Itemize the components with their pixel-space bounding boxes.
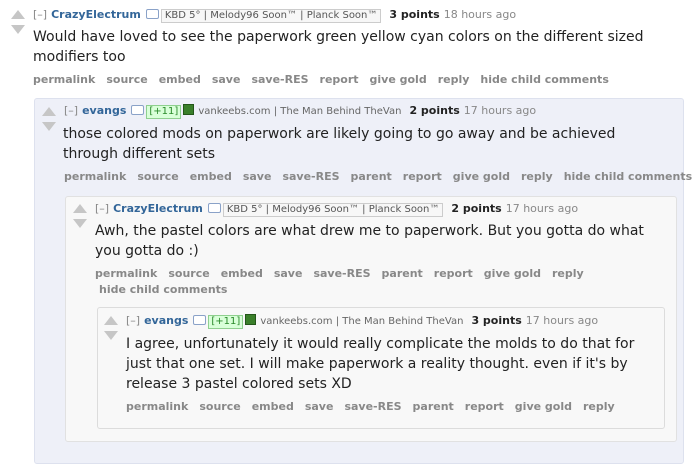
comment-buttons: permalink source embed save save-RES parent re… bbox=[126, 399, 656, 415]
comment-body: Would have loved to see the paperwork gr… bbox=[33, 29, 644, 65]
report-button[interactable]: report bbox=[403, 170, 442, 183]
comment-tagline: [–] evangs [+11] vankeebs.com | The Man Beh… bbox=[64, 104, 536, 119]
downvote-icon[interactable] bbox=[42, 122, 56, 131]
embed-button[interactable]: embed bbox=[252, 400, 294, 413]
user-tag-icon[interactable] bbox=[207, 203, 221, 213]
comment-buttons: permalink source embed save save-RES parent re… bbox=[95, 266, 584, 298]
vote-arrows bbox=[10, 10, 26, 34]
upvote-icon[interactable] bbox=[11, 10, 25, 19]
source-button[interactable]: source bbox=[199, 400, 240, 413]
reply-button[interactable]: reply bbox=[583, 400, 615, 413]
collapse-toggle[interactable]: [–] bbox=[33, 8, 47, 21]
save-button[interactable]: save bbox=[243, 170, 272, 183]
vote-arrows bbox=[41, 107, 57, 131]
parent-button[interactable]: parent bbox=[351, 170, 392, 183]
source-button[interactable]: source bbox=[168, 267, 209, 280]
reply-button[interactable]: reply bbox=[521, 170, 553, 183]
vote-tally-badge: [+11] bbox=[208, 315, 244, 329]
timestamp: 17 hours ago bbox=[505, 202, 579, 215]
give-gold-button[interactable]: give gold bbox=[453, 170, 510, 183]
embed-button[interactable]: embed bbox=[221, 267, 263, 280]
score: 2 points bbox=[409, 104, 460, 117]
comment-body: I agree, unfortunately it would really c… bbox=[126, 336, 635, 392]
save-res-button[interactable]: save-RES bbox=[313, 267, 370, 280]
keyboard-chip-icon bbox=[245, 314, 257, 325]
downvote-icon[interactable] bbox=[73, 219, 87, 228]
vote-tally-badge: [+11] bbox=[146, 105, 182, 119]
comment-tagline: [–] evangs [+11] vankeebs.com | The Man Beh… bbox=[126, 314, 598, 329]
vote-arrows bbox=[103, 316, 119, 340]
reply-button[interactable]: reply bbox=[552, 267, 584, 280]
comment-tagline: [–] CrazyElectrum KBD 5° | Melody96 Soon™ … bbox=[33, 8, 516, 23]
user-flair: vankeebs.com | The Man Behind TheVan bbox=[198, 106, 402, 117]
user-tag-icon[interactable] bbox=[193, 315, 207, 325]
author-link[interactable]: evangs bbox=[144, 314, 188, 327]
user-flair: KBD 5° | Melody96 Soon™ | Planck Soon™ bbox=[160, 9, 382, 23]
comment-buttons: permalink source embed save save-RES parent re… bbox=[64, 169, 692, 185]
hide-child-comments-button[interactable]: hide child comments bbox=[564, 170, 692, 183]
permalink-button[interactable]: permalink bbox=[33, 73, 95, 86]
report-button[interactable]: report bbox=[320, 73, 359, 86]
user-flair: vankeebs.com | The Man Behind TheVan bbox=[260, 316, 464, 327]
score: 2 points bbox=[451, 202, 502, 215]
comment-buttons: permalink source embed save save-RES report gi… bbox=[33, 72, 673, 88]
permalink-button[interactable]: permalink bbox=[126, 400, 188, 413]
user-flair: KBD 5° | Melody96 Soon™ | Planck Soon™ bbox=[222, 203, 444, 217]
save-button[interactable]: save bbox=[212, 73, 241, 86]
user-tag-icon[interactable] bbox=[131, 105, 145, 115]
save-button[interactable]: save bbox=[305, 400, 334, 413]
source-button[interactable]: source bbox=[106, 73, 147, 86]
comment-tagline: [–] CrazyElectrum KBD 5° | Melody96 Soon™ … bbox=[95, 202, 578, 217]
comment-body: those colored mods on paperwork are like… bbox=[63, 126, 616, 162]
comment: [–] evangs [+11] vankeebs.com | The Man Beh… bbox=[97, 307, 665, 429]
embed-button[interactable]: embed bbox=[190, 170, 232, 183]
report-button[interactable]: report bbox=[434, 267, 473, 280]
score: 3 points bbox=[471, 314, 522, 327]
embed-button[interactable]: embed bbox=[159, 73, 201, 86]
save-button[interactable]: save bbox=[274, 267, 303, 280]
collapse-toggle[interactable]: [–] bbox=[64, 104, 78, 117]
save-res-button[interactable]: save-RES bbox=[282, 170, 339, 183]
upvote-icon[interactable] bbox=[73, 204, 87, 213]
upvote-icon[interactable] bbox=[104, 316, 118, 325]
timestamp: 17 hours ago bbox=[463, 104, 537, 117]
timestamp: 17 hours ago bbox=[525, 314, 599, 327]
author-link[interactable]: CrazyElectrum bbox=[113, 202, 203, 215]
downvote-icon[interactable] bbox=[104, 331, 118, 340]
save-res-button[interactable]: save-RES bbox=[344, 400, 401, 413]
parent-button[interactable]: parent bbox=[413, 400, 454, 413]
downvote-icon[interactable] bbox=[11, 25, 25, 34]
parent-button[interactable]: parent bbox=[382, 267, 423, 280]
keyboard-chip-icon bbox=[183, 104, 195, 115]
vote-arrows bbox=[72, 204, 88, 228]
comment-body: Awh, the pastel colors are what drew me … bbox=[95, 223, 644, 259]
score: 3 points bbox=[389, 8, 440, 21]
give-gold-button[interactable]: give gold bbox=[370, 73, 427, 86]
author-link[interactable]: CrazyElectrum bbox=[51, 8, 141, 21]
hide-child-comments-button[interactable]: hide child comments bbox=[99, 283, 227, 296]
reply-button[interactable]: reply bbox=[438, 73, 470, 86]
collapse-toggle[interactable]: [–] bbox=[95, 202, 109, 215]
author-link[interactable]: evangs bbox=[82, 104, 126, 117]
timestamp: 18 hours ago bbox=[443, 8, 517, 21]
source-button[interactable]: source bbox=[137, 170, 178, 183]
permalink-button[interactable]: permalink bbox=[95, 267, 157, 280]
collapse-toggle[interactable]: [–] bbox=[126, 314, 140, 327]
permalink-button[interactable]: permalink bbox=[64, 170, 126, 183]
report-button[interactable]: report bbox=[465, 400, 504, 413]
upvote-icon[interactable] bbox=[42, 107, 56, 116]
give-gold-button[interactable]: give gold bbox=[484, 267, 541, 280]
user-tag-icon[interactable] bbox=[145, 9, 159, 19]
save-res-button[interactable]: save-RES bbox=[251, 73, 308, 86]
hide-child-comments-button[interactable]: hide child comments bbox=[480, 73, 608, 86]
give-gold-button[interactable]: give gold bbox=[515, 400, 572, 413]
